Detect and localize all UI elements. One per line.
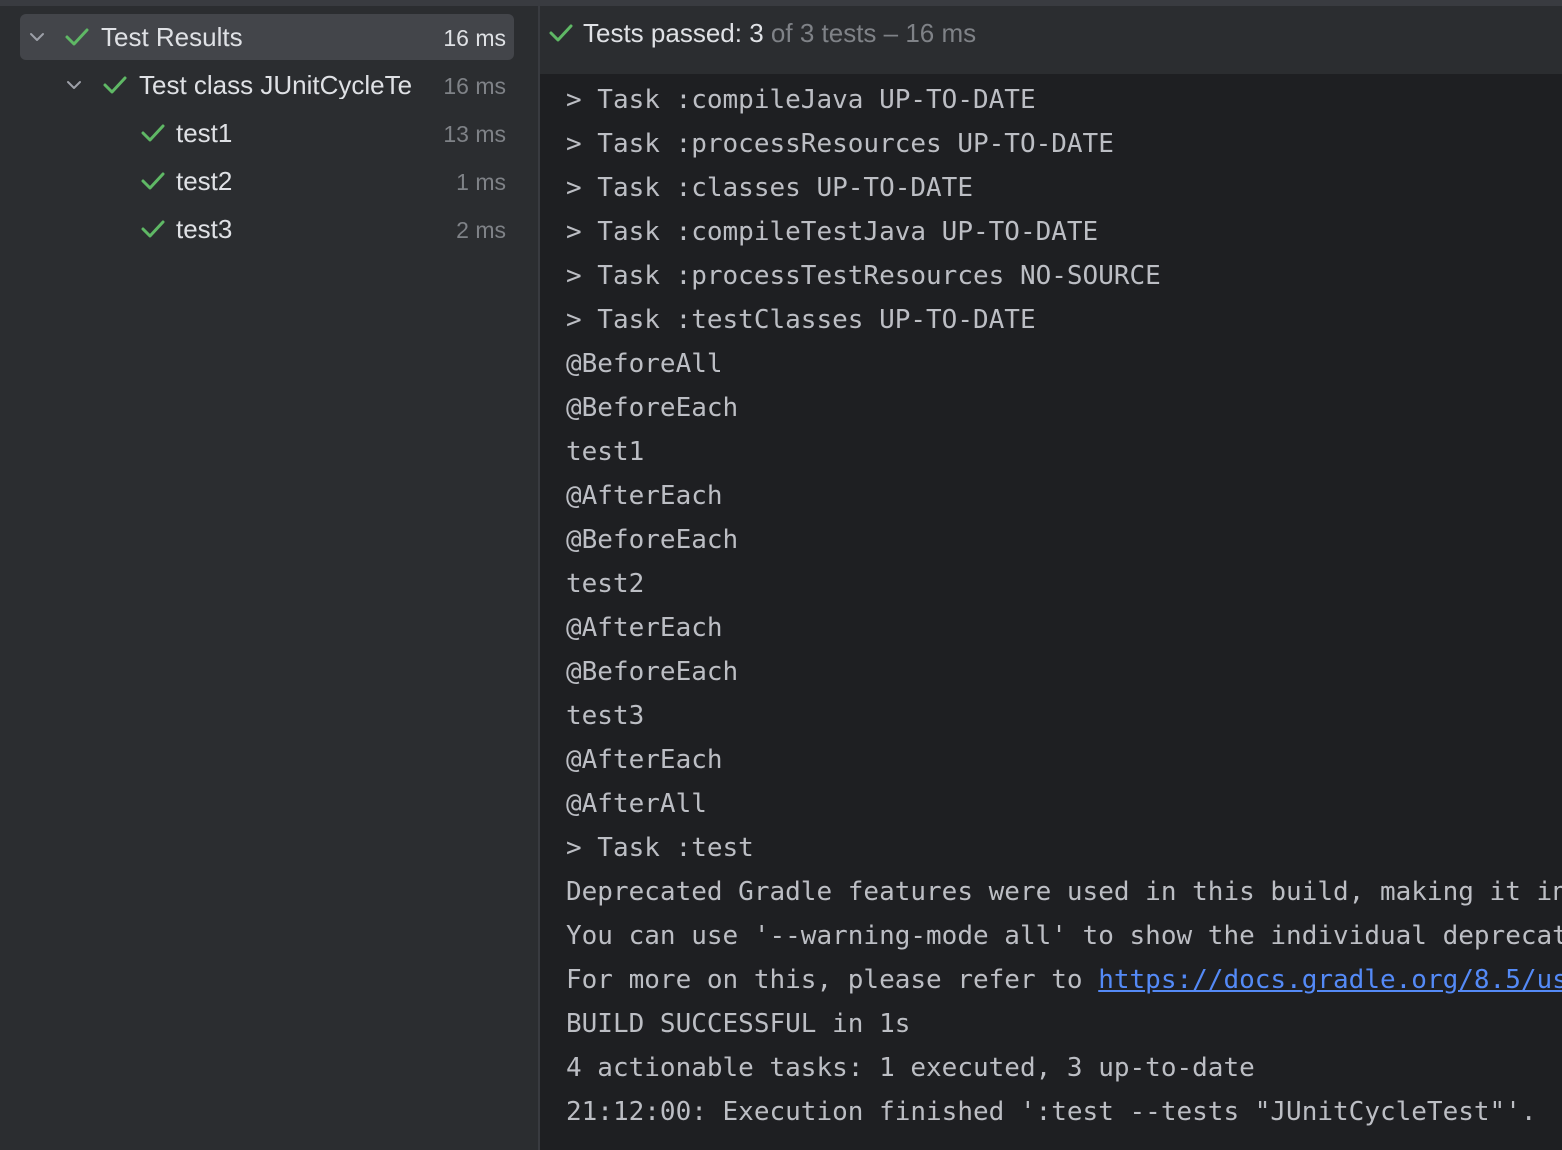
console-line: test1 [566,437,645,467]
console-line: test3 [566,701,645,731]
tree-row-test3[interactable]: test3 2 ms [20,206,514,252]
console-line: > Task :classes UP-TO-DATE [566,173,973,203]
test-results-tree[interactable]: Test Results 16 ms Test class JUnitCycle… [0,6,538,1150]
tree-row-label: test3 [176,215,233,243]
console-line-text: For more on this, please refer to [566,965,1099,995]
status-passed-label: Tests passed: [583,18,742,48]
console-line: @AfterEach [566,481,723,511]
console-line: > Task :processResources UP-TO-DATE [566,129,1114,159]
tree-row-duration: 16 ms [443,73,506,99]
check-icon [141,124,165,142]
test-status-header: Tests passed: 3 of 3 tests – 16 ms [540,6,1562,76]
console-line: Deprecated Gradle features were used in … [566,877,1562,907]
check-icon [141,172,165,190]
chevron-down-icon[interactable] [27,27,47,47]
console-line: @BeforeEach [566,525,739,555]
tree-row-duration: 16 ms [443,25,506,51]
console-line: test2 [566,569,645,599]
console-line: @BeforeEach [566,393,739,423]
console-line: 21:12:00: Execution finished ':test --te… [566,1097,1537,1127]
console-line-docs: For more on this, please refer to https:… [566,958,1562,1002]
test-runner-window: Test Results 16 ms Test class JUnitCycle… [0,0,1562,1150]
check-icon [141,220,165,238]
status-summary: of 3 tests – 16 ms [770,18,977,48]
test-status-text: Tests passed: 3 of 3 tests – 16 ms [583,18,976,48]
check-icon [549,24,573,42]
panel-splitter[interactable] [538,6,540,1150]
tree-row-label: Test Results [101,23,243,51]
console-line: > Task :testClasses UP-TO-DATE [566,305,1036,335]
tree-row-duration: 1 ms [456,169,506,195]
chevron-down-icon[interactable] [64,75,84,95]
tree-row-test-results[interactable]: Test Results 16 ms [20,14,514,60]
console-line: > Task :processTestResources NO-SOURCE [566,261,1161,291]
console-line: @AfterEach [566,745,723,775]
console-line: > Task :compileJava UP-TO-DATE [566,85,1036,115]
tree-row-test-class[interactable]: Test class JUnitCycleTe 16 ms [20,62,514,108]
console-line: BUILD SUCCESSFUL in 1s [566,1009,911,1039]
console-line: You can use '--warning-mode all' to show… [566,921,1562,951]
check-icon [65,28,89,46]
tree-row-test2[interactable]: test2 1 ms [20,158,514,204]
tree-row-label: Test class JUnitCycleTe [139,71,413,99]
console-line: > Task :compileTestJava UP-TO-DATE [566,217,1099,247]
console-line: > Task :test [566,833,754,863]
console-line: @BeforeEach [566,657,739,687]
gradle-docs-link[interactable]: https://docs.gradle.org/8.5/us [1098,965,1562,995]
console-output[interactable]: > Task :compileJava UP-TO-DATE > Task :p… [566,78,1562,1150]
console-line: @AfterEach [566,613,723,643]
tree-row-label: test1 [176,119,233,147]
console-line: @BeforeAll [566,349,723,379]
console-line: 4 actionable tasks: 1 executed, 3 up-to-… [566,1053,1255,1083]
tree-row-duration: 2 ms [456,217,506,243]
status-passed-count: 3 [749,18,764,48]
tree-row-label: test2 [176,167,233,195]
tree-row-duration: 13 ms [443,121,506,147]
console-line: @AfterAll [566,789,707,819]
tree-row-test1[interactable]: test1 13 ms [20,110,514,156]
check-icon [103,76,127,94]
